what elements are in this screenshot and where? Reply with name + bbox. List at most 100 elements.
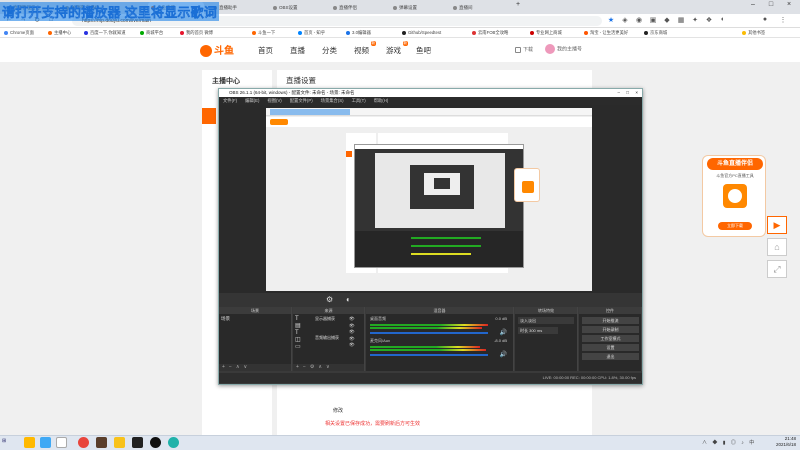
bookmark[interactable]: 专业网上商城 — [530, 29, 562, 37]
close-icon[interactable]: × — [781, 1, 797, 8]
menu-help[interactable]: 帮助(H) — [374, 98, 389, 103]
obs-icon[interactable] — [150, 437, 161, 448]
audio-meter — [370, 324, 488, 326]
extension-icon[interactable]: ▣ — [648, 16, 658, 24]
bookmark[interactable]: 首页 - 知乎 — [298, 29, 325, 37]
bookmark[interactable]: Chrome页面 — [4, 29, 34, 37]
menu-profile[interactable]: 配置文件(P) — [290, 98, 313, 103]
play-icon[interactable]: ▶ — [767, 216, 787, 234]
chrome-icon[interactable] — [78, 437, 89, 448]
nav-home[interactable]: 首页 — [258, 45, 273, 56]
extension-icon[interactable]: ❖ — [704, 16, 714, 24]
edit-label[interactable]: 修改 — [333, 407, 343, 414]
bookmark[interactable]: 百度一下,你就知道 — [84, 29, 126, 37]
menu-icon[interactable]: ⋮ — [778, 16, 788, 24]
user-menu[interactable]: 我的主播号 — [545, 44, 582, 54]
down-icon[interactable]: ∨ — [326, 364, 334, 370]
promo-card[interactable]: 斗鱼直播伴侣 斗鱼官方PC直播工具 立即下载 — [702, 155, 766, 237]
studio-mode-button[interactable]: 工作室模式 — [582, 335, 639, 342]
menu-tools[interactable]: 工具(T) — [352, 98, 366, 103]
visibility-icons[interactable]: 👁 👁 👁 👁 👁 — [349, 316, 355, 349]
app-icon[interactable] — [114, 437, 125, 448]
new-badge: 新 — [370, 41, 376, 46]
app-icon[interactable] — [56, 437, 67, 448]
photos-icon[interactable] — [40, 437, 51, 448]
extension-icon[interactable]: ◐ — [718, 16, 728, 23]
nav-live[interactable]: 直播 — [290, 45, 305, 56]
profile-icon[interactable]: ● — [760, 16, 770, 23]
filter-icon[interactable]: ◐ — [346, 295, 351, 304]
up-icon[interactable]: ∧ — [236, 364, 244, 370]
volume-slider[interactable] — [370, 332, 488, 334]
exit-button[interactable]: 退出 — [582, 353, 639, 360]
app-icon[interactable] — [96, 437, 107, 448]
extension-icon[interactable]: ◉ — [634, 16, 644, 24]
speaker-icon[interactable]: 🔊 — [500, 329, 507, 336]
clock[interactable]: 21:48 2021/6/18 — [766, 436, 796, 448]
settings-button[interactable]: 设置 — [582, 344, 639, 351]
start-button[interactable]: ⊞ — [2, 438, 6, 444]
favicon-icon — [453, 6, 457, 10]
extension-icon[interactable]: ▦ — [676, 16, 686, 24]
add-icon[interactable]: + — [296, 364, 303, 370]
new-tab-icon[interactable]: + — [510, 1, 526, 8]
download-link[interactable]: 下载 — [515, 46, 533, 53]
browser-tab[interactable]: 直播伴侣 — [330, 2, 386, 14]
speaker-icon[interactable]: 🔊 — [500, 351, 507, 358]
down-icon[interactable]: ∨ — [244, 364, 252, 370]
source-item[interactable]: 音频输出捕获 — [315, 335, 339, 341]
browser-tab[interactable]: OBS设置 — [270, 2, 326, 14]
home-icon[interactable]: ⌂ — [767, 238, 787, 256]
bookmark[interactable]: Github/Speedtest — [402, 29, 441, 37]
volume-slider[interactable] — [370, 354, 488, 356]
remove-icon[interactable]: − — [229, 364, 236, 370]
start-streaming-button[interactable]: 开始推流 — [582, 317, 639, 324]
bookmark[interactable]: 斗鱼一下 — [252, 29, 275, 37]
bookmark[interactable]: 淘宝 - 让生活更美好 — [584, 29, 628, 37]
extension-icon[interactable]: ◈ — [620, 16, 630, 24]
preview-canvas[interactable] — [266, 108, 592, 291]
menu-file[interactable]: 文件(F) — [223, 98, 237, 103]
file-explorer-icon[interactable] — [24, 437, 35, 448]
minimize-icon[interactable]: – — [745, 1, 761, 8]
add-icon[interactable]: + — [222, 364, 229, 370]
browser-tab[interactable]: 弹幕设置 — [390, 2, 446, 14]
extension-icon[interactable]: ◆ — [662, 16, 672, 24]
minimize-icon[interactable]: – — [617, 89, 620, 97]
transition-select[interactable]: 淡入淡出 — [518, 317, 574, 324]
bookmark[interactable]: 京东商城 — [644, 29, 667, 37]
source-item[interactable]: 显示器捕获 — [315, 316, 335, 322]
up-icon[interactable]: ∧ — [318, 364, 326, 370]
bookmark[interactable]: 云南FOB全攻略 — [472, 29, 508, 37]
bookmark[interactable]: 3.0编辑器 — [346, 29, 371, 37]
scene-item[interactable]: 场景 — [221, 316, 230, 322]
bookmark[interactable]: 我的首页 微博 — [180, 29, 213, 37]
menu-scene-collection[interactable]: 场景集合(S) — [321, 98, 344, 103]
promo-download-button[interactable]: 立即下载 — [718, 222, 752, 230]
nav-yuba[interactable]: 鱼吧 — [416, 45, 431, 56]
menu-edit[interactable]: 编辑(E) — [245, 98, 259, 103]
app-icon[interactable] — [168, 437, 179, 448]
site-logo[interactable]: 斗鱼 — [200, 42, 242, 58]
remove-icon[interactable]: − — [303, 364, 310, 370]
browser-tab[interactable]: 直播间 — [450, 2, 506, 14]
bookmark[interactable]: 主播中心 — [48, 29, 71, 37]
maximize-icon[interactable]: □ — [626, 89, 629, 97]
extension-icon[interactable]: ✦ — [690, 16, 700, 24]
bookmark[interactable]: 其他书签 — [742, 29, 765, 37]
menu-view[interactable]: 视图(V) — [267, 98, 281, 103]
expand-icon[interactable]: ⤢ — [767, 260, 787, 278]
system-tray-icons[interactable]: ∧ ◆ ▮ ◎ ♪ 中 — [702, 439, 756, 446]
bookmark[interactable]: 商城平台 — [140, 29, 163, 37]
maximize-icon[interactable]: □ — [763, 1, 779, 8]
close-icon[interactable]: × — [635, 89, 638, 97]
gear-icon[interactable]: ⚙ — [326, 295, 333, 304]
duration-input[interactable]: 时长 300 ms — [518, 327, 558, 334]
star-icon[interactable]: ★ — [606, 16, 616, 24]
nav-category[interactable]: 分类 — [322, 45, 337, 56]
nav-video[interactable]: 视频新 — [354, 41, 376, 56]
transitions-dock: 转场特效 淡入淡出 时长 300 ms — [515, 307, 578, 371]
nav-game[interactable]: 游戏新 — [386, 41, 408, 56]
app-icon[interactable] — [132, 437, 143, 448]
start-recording-button[interactable]: 开始录制 — [582, 326, 639, 333]
